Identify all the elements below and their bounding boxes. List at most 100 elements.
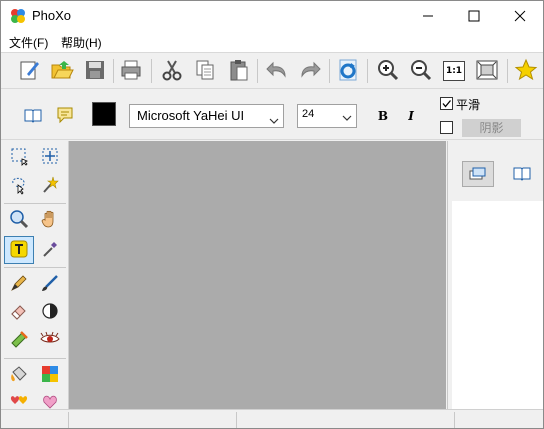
- tool-separator: [4, 203, 66, 204]
- pen-tool[interactable]: [6, 271, 32, 297]
- zoom-tool[interactable]: [6, 207, 32, 233]
- book-icon: [23, 105, 43, 128]
- move-icon: [40, 146, 60, 169]
- zoom-out-icon: [409, 58, 433, 85]
- refresh-button[interactable]: [334, 57, 362, 85]
- new-icon: [17, 58, 41, 85]
- save-button[interactable]: [81, 57, 109, 85]
- toolbar-separator: [113, 59, 114, 83]
- copy-icon: [193, 58, 217, 85]
- shadow-button[interactable]: 阴影: [462, 119, 521, 137]
- open-button[interactable]: [48, 57, 76, 85]
- print-icon: [119, 58, 143, 85]
- brush-icon: [40, 273, 60, 296]
- actual-size-button[interactable]: 1:1: [440, 57, 468, 85]
- tool-separator: [4, 267, 66, 268]
- minimize-button[interactable]: [405, 1, 451, 31]
- actual-size-icon: 1:1: [443, 61, 465, 81]
- layer-list[interactable]: [452, 201, 543, 409]
- window-title: PhoXo: [32, 8, 72, 23]
- text-tool[interactable]: [4, 236, 34, 264]
- contrast-tool[interactable]: [37, 299, 63, 325]
- bucket-tool[interactable]: [6, 362, 32, 388]
- save-icon: [83, 58, 107, 85]
- chevron-down-icon: [342, 111, 352, 121]
- lasso-icon: [9, 175, 29, 198]
- cut-button[interactable]: [158, 57, 186, 85]
- rect-select-icon: [9, 146, 29, 169]
- right-panel: [447, 141, 543, 409]
- chevron-down-icon: [269, 111, 279, 124]
- eyedropper-icon: [40, 239, 60, 262]
- fit-screen-button[interactable]: [473, 57, 501, 85]
- main-toolbar: 1:1: [1, 52, 543, 89]
- rect-select-tool[interactable]: [6, 144, 32, 170]
- menu-file[interactable]: 文件(F): [9, 34, 48, 51]
- bold-button[interactable]: B: [374, 107, 392, 125]
- toolbar-separator: [257, 59, 258, 83]
- italic-button[interactable]: I: [402, 107, 420, 125]
- paste-button[interactable]: [225, 57, 253, 85]
- hand-tool[interactable]: [37, 207, 63, 233]
- pen-icon: [9, 273, 29, 296]
- undo-icon: [265, 58, 289, 85]
- bucket-icon: [9, 364, 29, 387]
- move-tool[interactable]: [37, 144, 63, 170]
- redo-icon: [298, 58, 322, 85]
- contrast-icon: [40, 301, 60, 324]
- status-bar: [1, 409, 543, 428]
- zoom-out-button[interactable]: [407, 57, 435, 85]
- zoom-in-button[interactable]: [374, 57, 402, 85]
- toolbar-separator: [507, 59, 508, 83]
- eraser-tool[interactable]: [6, 299, 32, 325]
- copy-button[interactable]: [191, 57, 219, 85]
- open-icon: [50, 58, 74, 85]
- status-separator: [236, 412, 237, 428]
- redo-button[interactable]: [296, 57, 324, 85]
- cut-icon: [160, 58, 184, 85]
- eyedropper-tool[interactable]: [37, 237, 63, 263]
- favorite-icon: [514, 58, 538, 85]
- menu-help[interactable]: 帮助(H): [61, 34, 102, 51]
- print-button[interactable]: [117, 57, 145, 85]
- brush-tool[interactable]: [37, 271, 63, 297]
- panel-book-button[interactable]: [506, 161, 538, 187]
- font-family-value: Microsoft YaHei UI: [137, 108, 245, 123]
- undo-button[interactable]: [263, 57, 291, 85]
- eye-icon: [40, 329, 60, 352]
- status-separator: [454, 412, 455, 428]
- image-canvas[interactable]: [69, 141, 446, 409]
- hand-icon: [40, 209, 60, 232]
- zoom-in-icon: [376, 58, 400, 85]
- paste-icon: [227, 58, 251, 85]
- stamp-tool[interactable]: [6, 327, 32, 353]
- text-tool-icon: [9, 239, 29, 262]
- lasso-select-tool[interactable]: [6, 173, 32, 199]
- favorite-button[interactable]: [512, 57, 540, 85]
- shadow-checkbox[interactable]: [440, 121, 453, 134]
- phoxo-logo-icon: [10, 8, 26, 24]
- speech-bubble-icon: [55, 105, 75, 128]
- refresh-icon: [336, 58, 360, 85]
- maximize-button[interactable]: [451, 1, 497, 31]
- close-button[interactable]: [497, 1, 543, 31]
- stamp-icon: [9, 329, 29, 352]
- font-family-select[interactable]: Microsoft YaHei UI: [129, 104, 284, 128]
- antialias-label: 平滑: [456, 98, 481, 112]
- tool-separator: [4, 358, 66, 359]
- puzzle-tool[interactable]: [37, 362, 63, 388]
- status-separator: [68, 412, 69, 428]
- text-callout-button[interactable]: [51, 102, 79, 130]
- antialias-checkbox[interactable]: [440, 97, 453, 110]
- font-size-select[interactable]: 24: [297, 104, 357, 128]
- red-eye-tool[interactable]: [37, 327, 63, 353]
- layers-button[interactable]: [462, 161, 494, 187]
- new-button[interactable]: [15, 57, 43, 85]
- magic-wand-icon: [40, 175, 60, 198]
- font-size-value: 24: [302, 108, 315, 120]
- text-color-swatch[interactable]: [92, 102, 116, 126]
- app-window: PhoXo 文件(F) 帮助(H) 1:1 Microsoft YaHei UI…: [0, 0, 544, 429]
- puzzle-icon: [40, 364, 60, 387]
- magic-wand-tool[interactable]: [37, 173, 63, 199]
- text-book-button[interactable]: [19, 102, 47, 130]
